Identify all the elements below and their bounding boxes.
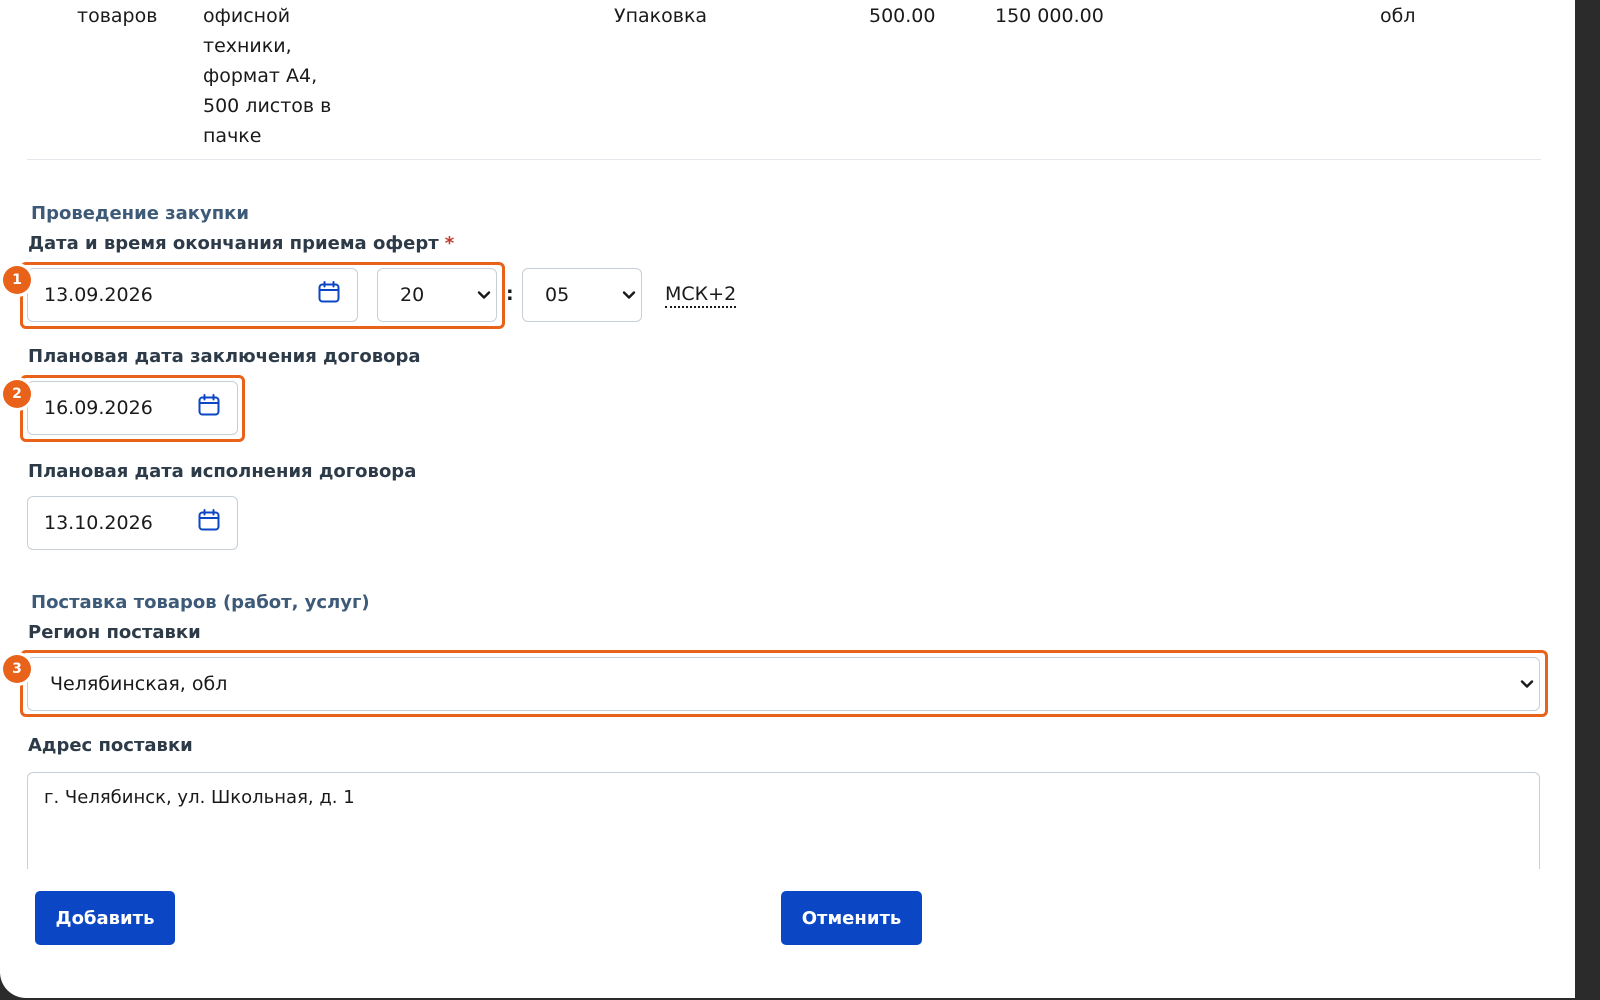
highlight-box-2 [20, 375, 245, 442]
table-cell-unit: Упаковка [614, 5, 708, 27]
section-title-delivery: Поставка товаров (работ, услуг) [31, 592, 370, 613]
annotation-badge-2: 2 [3, 380, 31, 408]
contract-sign-label: Плановая дата заключения договора [28, 346, 421, 367]
chevron-down-icon [622, 291, 636, 299]
required-mark: * [444, 233, 455, 254]
calendar-icon[interactable] [197, 508, 221, 532]
table-divider [27, 159, 1541, 160]
table-cell-price: 500.00 [869, 5, 936, 27]
contract-exec-date-input[interactable]: 13.10.2026 [27, 496, 238, 550]
highlight-box-1 [20, 262, 505, 329]
annotation-badge-1: 1 [3, 266, 31, 294]
offers-deadline-label-text: Дата и время окончания приема оферт [28, 233, 439, 254]
address-label: Адрес поставки [28, 735, 193, 756]
address-value: г. Челябинск, ул. Школьная, д. 1 [44, 787, 355, 808]
offers-deadline-minute-select[interactable]: 05 [522, 268, 642, 322]
annotation-badge-3: 3 [3, 655, 31, 683]
description-line: пачке [203, 125, 262, 147]
region-label: Регион поставки [28, 622, 201, 643]
table-cell-region: обл [1380, 5, 1416, 27]
highlight-box-3 [20, 650, 1548, 717]
offers-deadline-label: Дата и время окончания приема оферт * [28, 233, 454, 254]
time-separator: : [506, 283, 514, 305]
description-line: техники, [203, 35, 292, 57]
contract-exec-date-value: 13.10.2026 [44, 512, 153, 534]
description-line: 500 листов в [203, 95, 332, 117]
table-cell-sum: 150 000.00 [995, 5, 1104, 27]
table-cell-type: товаров [77, 5, 158, 27]
table-cell-description: офисной техники, формат А4, 500 листов в… [203, 1, 363, 151]
timezone-label[interactable]: МСК+2 [665, 282, 737, 308]
purchase-form-page: товаров офисной техники, формат А4, 500 … [0, 0, 1575, 998]
description-line: офисной [203, 5, 291, 27]
address-textarea[interactable]: г. Челябинск, ул. Школьная, д. 1 [27, 772, 1540, 869]
add-button[interactable]: Добавить [35, 891, 175, 945]
offers-deadline-minute-value: 05 [545, 284, 570, 306]
contract-exec-label: Плановая дата исполнения договора [28, 461, 417, 482]
cancel-button[interactable]: Отменить [781, 891, 922, 945]
description-line: формат А4, [203, 65, 318, 87]
section-title-procurement: Проведение закупки [31, 203, 250, 224]
